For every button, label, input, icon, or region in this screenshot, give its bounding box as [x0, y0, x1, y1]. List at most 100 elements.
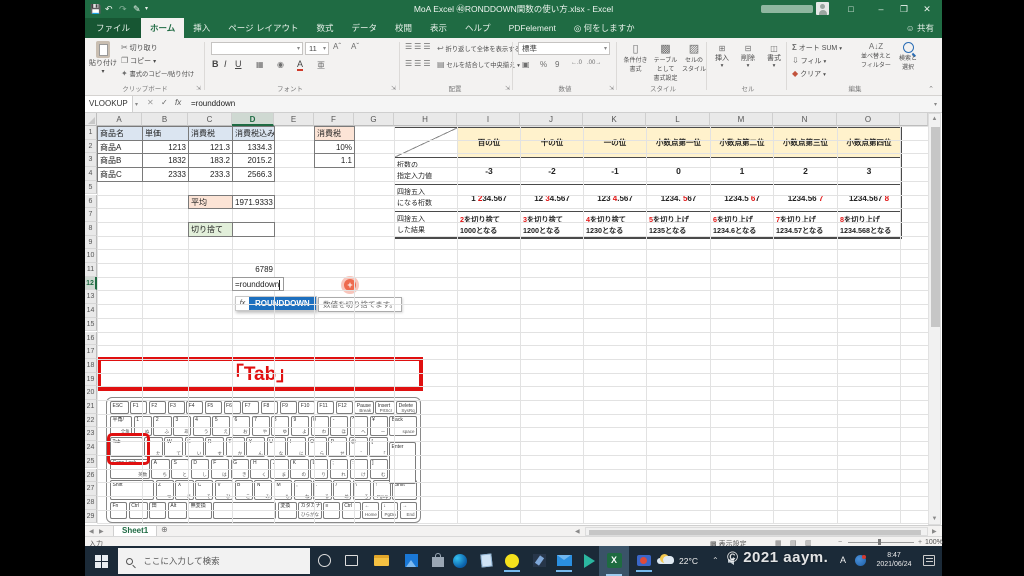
format-as-table-button[interactable]: ▩ テーブルとして 書式設定 [651, 42, 680, 82]
cell-A4[interactable]: 商品C [97, 167, 143, 182]
notepad-icon[interactable] [475, 550, 497, 572]
cortana-icon[interactable] [313, 550, 335, 572]
column-header-N[interactable]: N [773, 113, 837, 126]
cell-A1[interactable]: 商品名 [97, 126, 143, 141]
tab-formulas[interactable]: 数式 [307, 18, 342, 38]
vertical-scroll-thumb[interactable] [931, 127, 940, 327]
digit-table-result-6[interactable]: 8を切り上げ 1234.568となる [838, 212, 901, 238]
align-top-icons[interactable]: ☰☰☰ [405, 42, 433, 51]
phonetic-icon[interactable]: 亜 [317, 60, 325, 71]
temperature-label[interactable]: 22°C [679, 556, 698, 566]
column-header-G[interactable]: G [354, 113, 394, 126]
row-header-3[interactable]: 3 [85, 153, 97, 168]
scroll-up-icon[interactable]: ▲ [929, 116, 940, 122]
select-all-corner[interactable] [85, 113, 97, 126]
number-dialog-launcher-icon[interactable]: ⇲ [609, 85, 614, 92]
find-select-button[interactable]: 検索と 選択 [894, 42, 922, 71]
zoom-in-icon[interactable]: + [918, 539, 922, 546]
row-header-5[interactable]: 5 [85, 180, 97, 195]
digit-table-result-4[interactable]: 6を切り上げ 1234.6となる [711, 212, 774, 238]
ime-mode-label[interactable]: A [840, 555, 846, 565]
ime-circle-icon[interactable] [855, 555, 866, 566]
row-header-25[interactable]: 25 [85, 454, 97, 469]
digit-table-header-3[interactable]: 小数点第一位 [647, 128, 711, 158]
cell-C8[interactable]: 切り捨て [188, 221, 233, 237]
shrink-font-icon[interactable]: Aˇ [351, 42, 359, 51]
edge-icon[interactable] [449, 550, 471, 572]
digit-table-number-1[interactable]: 12 3 4.567 [521, 185, 584, 212]
digit-table-number-0[interactable]: 1 2 34.567 [458, 185, 521, 212]
column-header-D[interactable]: D [232, 113, 274, 126]
formula-input[interactable]: =rounddown [191, 96, 235, 112]
row-header-19[interactable]: 19 [85, 372, 97, 387]
tab-home[interactable]: ホーム [141, 18, 185, 38]
taskbar-search-box[interactable]: ここに入力して検索 [118, 548, 310, 574]
cell-B4[interactable]: 2333 [142, 167, 189, 182]
row-header-17[interactable]: 17 [85, 345, 97, 359]
digit-table-result-2[interactable]: 4を切り捨て 1230となる [584, 212, 647, 238]
row-header-11[interactable]: 11 [85, 263, 97, 277]
fill-color-icon[interactable]: ◉ [277, 60, 284, 69]
digit-table-header-2[interactable]: 一の位 [584, 128, 647, 158]
row-header-26[interactable]: 26 [85, 468, 97, 483]
increase-decimal-icon[interactable]: ←.0 [571, 60, 582, 66]
pinned-app-icon[interactable] [528, 550, 550, 572]
cell-styles-button[interactable]: ▨ セルの スタイル [681, 42, 707, 73]
row-header-14[interactable]: 14 [85, 304, 97, 318]
hscroll-right-icon[interactable]: ▶ [932, 528, 937, 535]
digit-table-digit-0[interactable]: -3 [458, 158, 521, 185]
italic-button[interactable]: I [224, 59, 227, 69]
column-header-E[interactable]: E [274, 113, 314, 126]
zoom-slider-thumb[interactable] [878, 539, 881, 545]
autosum-button[interactable]: Σ オート SUM ▾ [792, 43, 842, 53]
column-header-C[interactable]: C [188, 113, 232, 126]
digit-table-result-0[interactable]: 2を切り捨て 1000となる [458, 212, 521, 238]
sheet-tab-sheet1[interactable]: Sheet1 [113, 526, 158, 536]
tab-view[interactable]: 表示 [421, 18, 456, 38]
format-painter-button[interactable]: ✦ 書式のコピー/貼り付け [121, 69, 194, 78]
row-header-13[interactable]: 13 [85, 290, 97, 305]
row-header-21[interactable]: 21 [85, 400, 97, 414]
digit-table-header-4[interactable]: 小数点第二位 [711, 128, 774, 158]
tell-me-box[interactable]: ◎ 何をしますか [565, 18, 644, 38]
cell-C2[interactable]: 121.3 [188, 139, 233, 155]
copy-button[interactable]: ❐ コピー ▾ [121, 56, 156, 66]
digit-table-digit-1[interactable]: -2 [521, 158, 584, 185]
row-header-7[interactable]: 7 [85, 208, 97, 222]
store-icon[interactable] [427, 550, 449, 572]
conditional-formatting-button[interactable]: ▯ 条件付き 書式 [621, 42, 650, 73]
cell-D8[interactable] [232, 221, 275, 237]
close-button[interactable]: ✕ [919, 0, 935, 18]
tab-review[interactable]: 校閲 [386, 18, 421, 38]
cell-C4[interactable]: 233.3 [188, 167, 233, 182]
digit-table-result-5[interactable]: 7を切り上げ 1234.57となる [774, 212, 838, 238]
cell-D1[interactable]: 消費税込み [232, 126, 275, 141]
vertical-scrollbar[interactable]: ▲ ▼ [928, 113, 941, 525]
cell-A2[interactable]: 商品A [97, 139, 143, 155]
column-header-partial[interactable] [900, 113, 928, 126]
digit-table-digit-4[interactable]: 1 [711, 158, 774, 185]
font-dialog-launcher-icon[interactable]: ⇲ [391, 85, 396, 92]
zoom-slider[interactable] [848, 539, 914, 545]
cell-D6[interactable]: 1971.9333 [232, 194, 275, 210]
cell-D2[interactable]: 1334.3 [232, 139, 275, 155]
cut-button[interactable]: ✂ 切り取り [121, 43, 158, 53]
clear-button[interactable]: ◆ クリア ▾ [792, 69, 826, 79]
digit-table-number-3[interactable]: 1234. 5 67 [647, 185, 711, 212]
cell-B3[interactable]: 1832 [142, 153, 189, 169]
align-bottom-icons[interactable]: ☰☰☰ [405, 59, 433, 68]
digit-table-result-1[interactable]: 3を切り捨て 1200となる [521, 212, 584, 238]
row-header-22[interactable]: 22 [85, 413, 97, 428]
digit-table-label-0[interactable]: 桁数の 指定入力値 [395, 158, 458, 185]
avatar[interactable] [816, 2, 829, 15]
cell-F1[interactable]: 消費税 [314, 126, 355, 141]
merge-center-button[interactable]: ▤ セルを結合して中央揃え ▾ [437, 60, 520, 69]
formula-bar-expand-icon[interactable]: ▾ [934, 101, 937, 108]
mail-icon[interactable] [553, 550, 575, 572]
insert-function-icon[interactable]: fx [175, 98, 181, 107]
column-header-M[interactable]: M [710, 113, 773, 126]
underline-button[interactable]: U [235, 59, 242, 69]
file-explorer-icon[interactable] [370, 550, 392, 572]
row-header-23[interactable]: 23 [85, 427, 97, 442]
digit-table-result-3[interactable]: 5を切り上げ 1235となる [647, 212, 711, 238]
